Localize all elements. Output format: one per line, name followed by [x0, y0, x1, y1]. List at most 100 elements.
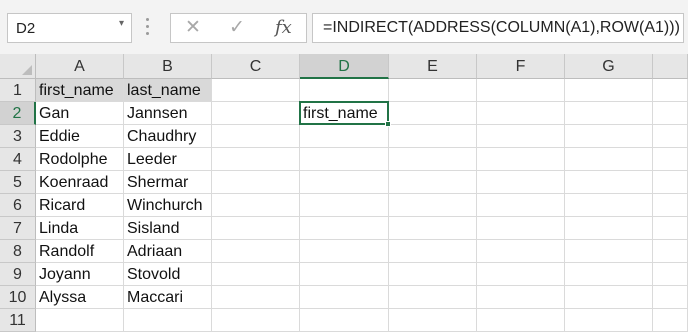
cell-a6[interactable]: Ricard	[36, 194, 124, 217]
formula-bar-resize-handle[interactable]	[145, 14, 151, 40]
cell-g1[interactable]	[565, 79, 653, 102]
fill-handle[interactable]	[385, 121, 391, 127]
cell-b6[interactable]: Winchurch	[124, 194, 212, 217]
cell-a8[interactable]: Randolf	[36, 240, 124, 263]
cell-e7[interactable]	[389, 217, 477, 240]
cell-h2[interactable]	[653, 102, 688, 125]
cell-b8[interactable]: Adriaan	[124, 240, 212, 263]
row-header-3[interactable]: 3	[0, 125, 36, 148]
cell-h3[interactable]	[653, 125, 688, 148]
cell-f5[interactable]	[477, 171, 565, 194]
column-header-e[interactable]: E	[389, 54, 477, 79]
cell-a9[interactable]: Joyann	[36, 263, 124, 286]
cell-d1[interactable]	[300, 79, 389, 102]
row-header-1[interactable]: 1	[0, 79, 36, 102]
insert-function-icon[interactable]: fx	[275, 17, 292, 38]
cell-d4[interactable]	[300, 148, 389, 171]
row-header-5[interactable]: 5	[0, 171, 36, 194]
select-all-button[interactable]	[0, 54, 36, 79]
cell-h1[interactable]	[653, 79, 688, 102]
row-header-9[interactable]: 9	[0, 263, 36, 286]
cell-e1[interactable]	[389, 79, 477, 102]
row-header-10[interactable]: 10	[0, 286, 36, 309]
cell-c10[interactable]	[212, 286, 300, 309]
column-header-partial[interactable]	[653, 54, 688, 79]
cell-c6[interactable]	[212, 194, 300, 217]
cell-e4[interactable]	[389, 148, 477, 171]
cell-f7[interactable]	[477, 217, 565, 240]
cell-c1[interactable]	[212, 79, 300, 102]
column-header-c[interactable]: C	[212, 54, 300, 79]
cell-b3[interactable]: Chaudhry	[124, 125, 212, 148]
cell-e6[interactable]	[389, 194, 477, 217]
cell-f8[interactable]	[477, 240, 565, 263]
cell-h10[interactable]	[653, 286, 688, 309]
cell-g3[interactable]	[565, 125, 653, 148]
row-header-2[interactable]: 2	[0, 102, 36, 125]
row-header-7[interactable]: 7	[0, 217, 36, 240]
cell-g9[interactable]	[565, 263, 653, 286]
cell-h9[interactable]	[653, 263, 688, 286]
cell-f9[interactable]	[477, 263, 565, 286]
cell-c2[interactable]	[212, 102, 300, 125]
column-header-b[interactable]: B	[124, 54, 212, 79]
cell-g6[interactable]	[565, 194, 653, 217]
cell-g10[interactable]	[565, 286, 653, 309]
cell-d7[interactable]	[300, 217, 389, 240]
name-box-dropdown-icon[interactable]: ▾	[119, 18, 124, 29]
cell-b2[interactable]: Jannsen	[124, 102, 212, 125]
cell-d3[interactable]	[300, 125, 389, 148]
cell-g7[interactable]	[565, 217, 653, 240]
row-header-8[interactable]: 8	[0, 240, 36, 263]
row-header-4[interactable]: 4	[0, 148, 36, 171]
name-box[interactable]: D2 ▾	[7, 13, 132, 43]
cell-d9[interactable]	[300, 263, 389, 286]
cell-h6[interactable]	[653, 194, 688, 217]
cell-h7[interactable]	[653, 217, 688, 240]
column-header-a[interactable]: A	[36, 54, 124, 79]
cell-g5[interactable]	[565, 171, 653, 194]
column-header-f[interactable]: F	[477, 54, 565, 79]
cell-d5[interactable]	[300, 171, 389, 194]
cell-d6[interactable]	[300, 194, 389, 217]
cell-a10[interactable]: Alyssa	[36, 286, 124, 309]
cell-a3[interactable]: Eddie	[36, 125, 124, 148]
cell-e3[interactable]	[389, 125, 477, 148]
cell-e8[interactable]	[389, 240, 477, 263]
cell-g4[interactable]	[565, 148, 653, 171]
cell-f1[interactable]	[477, 79, 565, 102]
cell-b9[interactable]: Stovold	[124, 263, 212, 286]
cell-c7[interactable]	[212, 217, 300, 240]
cell-f2[interactable]	[477, 102, 565, 125]
cell-e5[interactable]	[389, 171, 477, 194]
cell-b5[interactable]: Shermar	[124, 171, 212, 194]
cell-c3[interactable]	[212, 125, 300, 148]
row-header-6[interactable]: 6	[0, 194, 36, 217]
cell-b10[interactable]: Maccari	[124, 286, 212, 309]
cell-a5[interactable]: Koenraad	[36, 171, 124, 194]
enter-icon[interactable]: ✓	[229, 16, 245, 39]
cancel-icon[interactable]: ✕	[185, 16, 201, 39]
cell-g8[interactable]	[565, 240, 653, 263]
cell-e9[interactable]	[389, 263, 477, 286]
cell-g2[interactable]	[565, 102, 653, 125]
cell-f10[interactable]	[477, 286, 565, 309]
cell-f6[interactable]	[477, 194, 565, 217]
cell-d10[interactable]	[300, 286, 389, 309]
cell-f4[interactable]	[477, 148, 565, 171]
cell-c8[interactable]	[212, 240, 300, 263]
cell-d8[interactable]	[300, 240, 389, 263]
cell-a4[interactable]: Rodolphe	[36, 148, 124, 171]
cell-e10[interactable]	[389, 286, 477, 309]
cell-e2[interactable]	[389, 102, 477, 125]
cell-h5[interactable]	[653, 171, 688, 194]
cell-b1[interactable]: last_name	[124, 79, 212, 102]
cell-a7[interactable]: Linda	[36, 217, 124, 240]
cell-b4[interactable]: Leeder	[124, 148, 212, 171]
cell-a2[interactable]: Gan	[36, 102, 124, 125]
formula-input[interactable]: =INDIRECT(ADDRESS(COLUMN(A1),ROW(A1)))	[312, 13, 684, 43]
cell-c9[interactable]	[212, 263, 300, 286]
cell-h8[interactable]	[653, 240, 688, 263]
column-header-g[interactable]: G	[565, 54, 653, 79]
cell-b7[interactable]: Sisland	[124, 217, 212, 240]
